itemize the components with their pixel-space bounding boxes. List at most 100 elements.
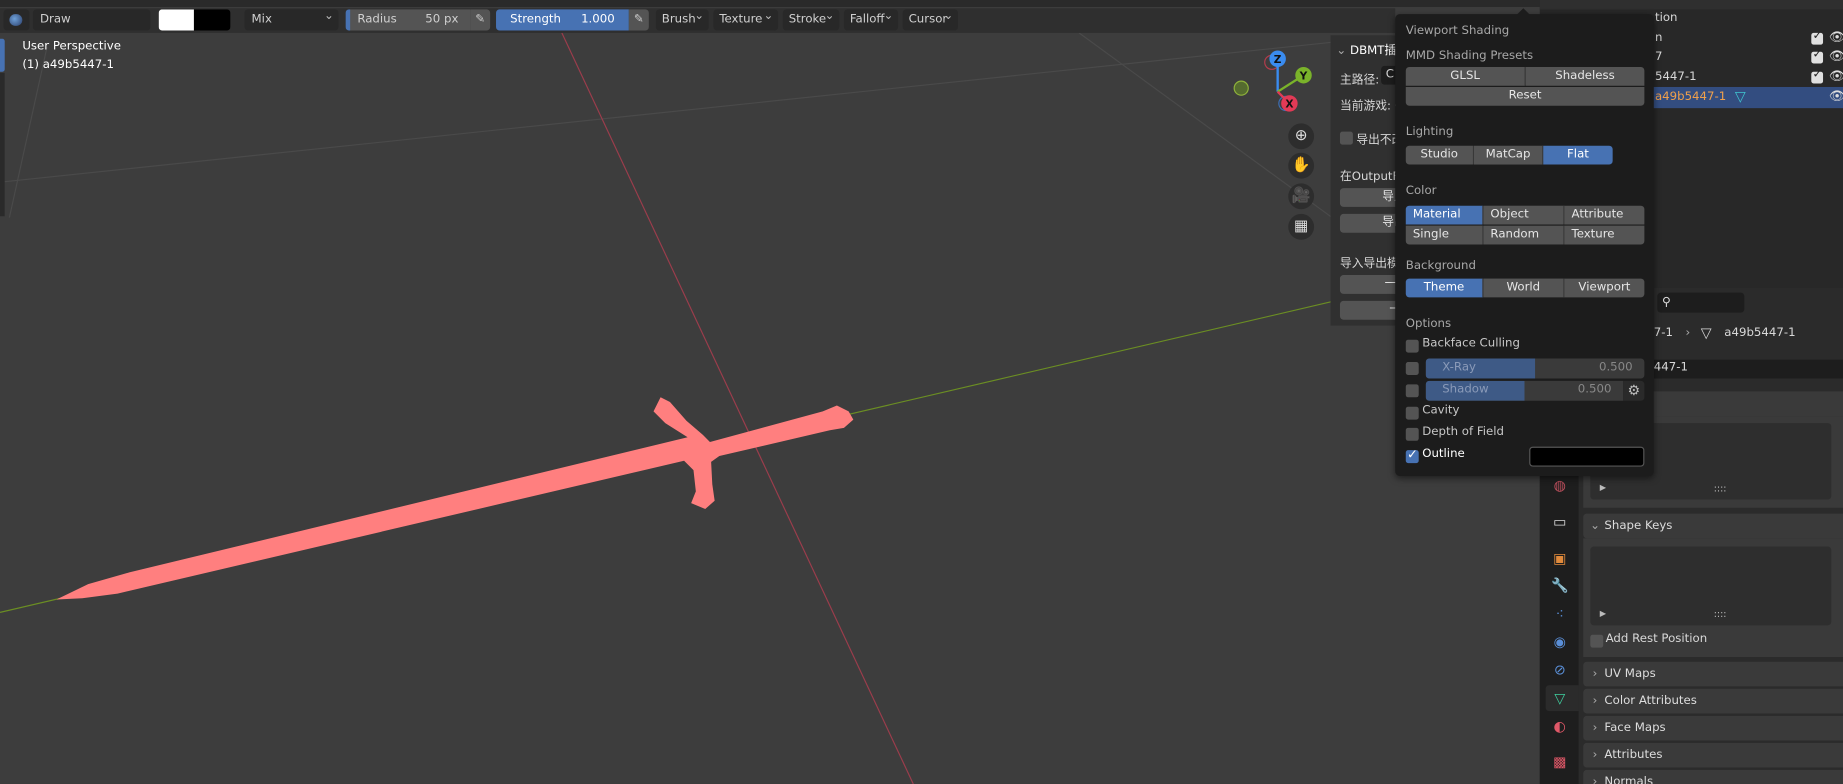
material-icon[interactable]: ◐ <box>1548 715 1572 739</box>
object-icon[interactable]: ▣ <box>1548 547 1572 571</box>
particles-icon[interactable]: ⁖ <box>1548 602 1572 626</box>
uv-maps-panel[interactable]: › UV Maps <box>1583 661 1843 687</box>
shape-keys-header[interactable]: ⌄ Shape Keys <box>1583 513 1843 539</box>
grid-perspective-icon[interactable]: ▦ <box>1288 213 1315 240</box>
current-game-label: 当前游戏: C <box>1339 99 1402 113</box>
background-viewport[interactable]: Viewport <box>1564 278 1645 298</box>
eye-icon[interactable]: 👁 <box>1829 88 1843 103</box>
texture-menu[interactable]: Texture <box>713 6 779 31</box>
list-resize-handle[interactable]: :::: <box>1714 609 1727 620</box>
search-input[interactable]: ⚲ <box>1657 292 1745 313</box>
lighting-studio[interactable]: Studio <box>1405 145 1474 165</box>
xray-slider[interactable]: X-Ray 0.500 <box>1425 358 1645 379</box>
shadeless-button[interactable]: Shadeless <box>1525 66 1645 86</box>
hand-pan-icon[interactable]: ✋ <box>1288 152 1315 179</box>
lighting-matcap[interactable]: MatCap <box>1473 145 1544 165</box>
expand-triangle-icon[interactable]: ▶ <box>1600 483 1606 492</box>
normals-label: Normals <box>1604 775 1654 784</box>
brush-menu[interactable]: Brush <box>655 6 709 31</box>
uv-maps-label: UV Maps <box>1604 667 1656 681</box>
popover-title: Viewport Shading <box>1405 24 1510 38</box>
blend-mode-dropdown[interactable]: Mix <box>244 6 339 31</box>
color-attribute[interactable]: Attribute <box>1564 205 1645 225</box>
mesh-data-tab-icon[interactable]: ▽ <box>1548 686 1572 710</box>
lighting-flat[interactable]: Flat <box>1543 145 1613 165</box>
brush-icon[interactable] <box>3 9 30 31</box>
falloff-menu[interactable]: Falloff <box>843 6 899 31</box>
normals-panel[interactable]: › Normals <box>1583 769 1843 784</box>
glsl-button[interactable]: GLSL <box>1405 66 1526 86</box>
secondary-color[interactable] <box>193 9 231 31</box>
outliner-row[interactable]: 7 <box>1655 51 1662 64</box>
shadow-checkbox[interactable] <box>1405 384 1419 398</box>
expand-triangle-icon[interactable]: ▶ <box>1600 609 1606 618</box>
outliner-row[interactable]: tion <box>1655 12 1678 25</box>
eye-icon[interactable]: 👁 <box>1829 29 1843 44</box>
import-button[interactable]: 导入 . <box>1339 188 1402 207</box>
constraints-icon[interactable]: ⊘ <box>1548 658 1572 682</box>
modifier-wrench-icon[interactable]: 🔧 <box>1548 574 1572 598</box>
face-maps-panel[interactable]: › Face Maps <box>1583 715 1843 741</box>
zoom-icon[interactable]: ⊕ <box>1288 123 1315 150</box>
outliner-row[interactable]: n <box>1655 32 1662 45</box>
shadow-slider[interactable]: Shadow 0.500 <box>1425 380 1624 401</box>
active-tool-indicator[interactable] <box>0 38 5 72</box>
strength-field[interactable]: Strength 1.000 <box>496 9 629 31</box>
color-random[interactable]: Random <box>1483 225 1565 245</box>
brush-name-field[interactable]: Draw <box>32 9 151 31</box>
outline-color-swatch[interactable] <box>1529 446 1645 467</box>
collection-icon[interactable]: ▭ <box>1548 510 1572 534</box>
xray-checkbox[interactable] <box>1405 362 1419 375</box>
grid-line <box>0 34 1399 183</box>
attributes-panel[interactable]: › Attributes <box>1583 742 1843 768</box>
breadcrumb-mesh[interactable]: a49b5447-1 <box>1724 327 1795 340</box>
radius-pressure-pen-icon[interactable]: ✎ <box>470 9 491 31</box>
reset-button[interactable]: Reset <box>1405 86 1645 106</box>
color-attributes-panel[interactable]: › Color Attributes <box>1583 688 1843 714</box>
one-key-button-1[interactable]: 一键导 <box>1339 275 1402 294</box>
camera-icon[interactable]: 🎥 <box>1288 183 1315 210</box>
eye-icon[interactable]: 👁 <box>1829 48 1843 63</box>
tool-shelf-edge[interactable] <box>0 72 5 217</box>
export-checkbox[interactable] <box>1339 131 1353 145</box>
color-material[interactable]: Material <box>1405 205 1484 225</box>
sword-mesh[interactable] <box>56 397 854 600</box>
backface-culling-checkbox[interactable] <box>1405 339 1419 353</box>
stroke-menu[interactable]: Stroke <box>782 6 840 31</box>
list-resize-handle[interactable]: :::: <box>1714 483 1727 494</box>
color-object[interactable]: Object <box>1483 205 1565 225</box>
strength-pressure-pen-icon[interactable]: ✎ <box>628 9 649 31</box>
shadow-settings-gear-icon[interactable]: ⚙ <box>1623 380 1645 401</box>
cavity-checkbox[interactable] <box>1405 406 1419 420</box>
depth-of-field-checkbox[interactable] <box>1405 427 1419 441</box>
outliner-row-selected-label[interactable]: a49b5447-1 <box>1655 91 1726 104</box>
shape-keys-list[interactable]: ▶ :::: <box>1590 546 1832 626</box>
exclude-checkbox[interactable] <box>1811 29 1824 45</box>
world-icon[interactable]: ◍ <box>1548 474 1572 498</box>
mesh-name-field[interactable]: 447-1 <box>1653 359 1843 379</box>
neg-y-ball[interactable] <box>1233 80 1249 96</box>
outline-checkbox[interactable] <box>1405 447 1419 464</box>
radius-field[interactable]: Radius 50 px <box>345 9 471 31</box>
color-single[interactable]: Single <box>1405 225 1484 245</box>
exclude-checkbox[interactable] <box>1811 68 1824 84</box>
export-button[interactable]: 导出 . <box>1339 213 1402 233</box>
navigation-gizmo[interactable]: Z Y X <box>1228 45 1316 118</box>
color-swatch[interactable] <box>158 9 231 31</box>
primary-color[interactable] <box>158 9 194 31</box>
one-key-button-2[interactable]: 一键 <box>1339 300 1402 320</box>
depth-of-field-label: Depth of Field <box>1422 425 1504 439</box>
color-texture[interactable]: Texture <box>1564 225 1645 245</box>
exclude-checkbox[interactable] <box>1811 48 1824 64</box>
dbmt-panel-header[interactable]: ⌄ DBMT插 <box>1336 40 1396 58</box>
breadcrumb-parent[interactable]: 7-1 <box>1654 327 1673 340</box>
cursor-menu[interactable]: Cursor <box>902 6 958 31</box>
eye-icon[interactable]: 👁 <box>1829 68 1843 83</box>
background-world[interactable]: World <box>1483 278 1565 298</box>
outliner-row[interactable]: 5447-1 <box>1655 71 1697 84</box>
background-theme[interactable]: Theme <box>1405 278 1484 298</box>
add-rest-position-checkbox[interactable] <box>1590 634 1604 648</box>
object-label: (1) a49b5447-1 <box>22 58 114 72</box>
physics-icon[interactable]: ◉ <box>1548 630 1572 654</box>
texture-checker-icon[interactable]: ▩ <box>1548 750 1572 774</box>
